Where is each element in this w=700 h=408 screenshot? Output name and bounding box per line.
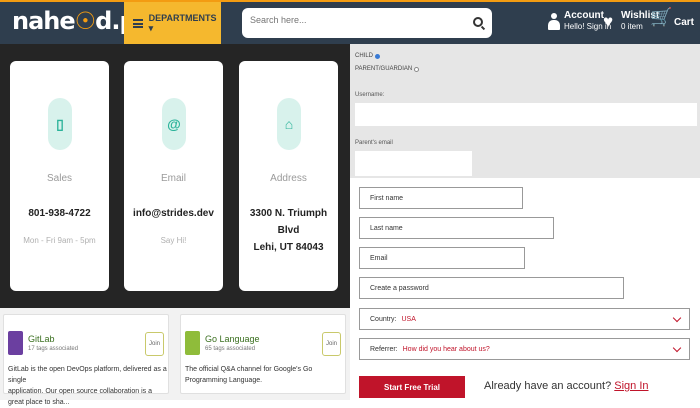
email-field[interactable]: Email — [359, 247, 525, 269]
tag-count: 17 tags associated — [28, 346, 79, 352]
address-line-1: 3300 N. Triumph Blvd — [249, 208, 328, 236]
radio-child[interactable]: CHILD — [355, 53, 381, 59]
card-title: Address — [270, 173, 307, 184]
country-select[interactable]: Country: USA — [359, 308, 690, 330]
radio-label: PARENT/GUARDIAN — [355, 66, 413, 72]
signup-form: First name Last name Email Create a pass… — [350, 178, 700, 400]
card-title: Sales — [46, 173, 72, 184]
card-sub: Say Hi! — [160, 236, 187, 245]
tag-name[interactable]: Go Language — [205, 334, 260, 344]
sign-in-link[interactable]: Sign In — [614, 380, 648, 392]
radio-selected-icon[interactable] — [375, 53, 381, 59]
join-button[interactable]: Join — [322, 332, 341, 356]
radio-parent[interactable]: PARENT/GUARDIAN — [355, 66, 420, 72]
card-value: 3300 N. Triumph Blvd Lehi, UT 84043 — [239, 205, 338, 256]
phone-icon: ▯ — [48, 98, 72, 150]
cart-link[interactable]: Cart — [674, 17, 694, 28]
at-icon: @ — [162, 98, 186, 150]
address-line-2: Lehi, UT 84043 — [253, 242, 324, 253]
username-input[interactable] — [355, 103, 697, 126]
card-sub: Mon - Fri 9am - 5pm — [23, 236, 96, 245]
parent-email-label: Parent's email — [355, 140, 393, 146]
accent-line — [0, 0, 700, 2]
radio-label: CHILD — [355, 53, 374, 59]
password-field[interactable]: Create a password — [359, 277, 624, 299]
referrer-select[interactable]: Referrer: How did you hear about us? — [359, 338, 690, 360]
chevron-down-icon — [672, 313, 682, 323]
tag-name[interactable]: GitLab — [28, 334, 55, 344]
tag-description: The official Q&A channel for Google's Go… — [185, 364, 345, 386]
user-icon[interactable] — [548, 13, 560, 31]
departments-button[interactable]: DEPARTMENTS ▾ — [124, 2, 221, 44]
departments-label: DEPARTMENTS ▾ — [148, 12, 217, 33]
last-name-field[interactable]: Last name — [359, 217, 554, 239]
tag-count: 65 tags associated — [205, 346, 256, 352]
card-title: Email — [160, 173, 186, 184]
card-value[interactable]: info@strides.dev — [124, 205, 223, 222]
tag-card-go: Go Language 65 tags associated Join The … — [180, 314, 346, 394]
top-navbar: nahe☉d.pk DEPARTMENTS ▾ Account Hello! S… — [0, 0, 700, 44]
cart-icon[interactable]: 🛒 — [650, 7, 672, 28]
start-free-trial-button[interactable]: Start Free Trial — [359, 376, 465, 398]
map-pin-icon: ⌂ — [277, 98, 301, 150]
contact-section: ▯ Sales 801-938-4722 Mon - Fri 9am - 5pm… — [0, 44, 350, 308]
signin-row: Already have an account? Sign In — [484, 380, 649, 392]
join-button[interactable]: Join — [145, 332, 164, 356]
already-text: Already have an account? — [484, 380, 612, 392]
go-logo-icon — [185, 331, 200, 355]
address-card: ⌂ Address 3300 N. Triumph Blvd Lehi, UT … — [239, 61, 338, 291]
search-icon[interactable] — [473, 17, 483, 27]
tag-desc-line: The official Q&A channel for Google's Go… — [185, 366, 313, 384]
select-label: Referrer: — [370, 345, 398, 353]
parent-email-input[interactable] — [355, 151, 472, 176]
tag-desc-line: application. Our open source collaborati… — [8, 388, 152, 406]
tag-desc-line: GitLab is the open DevOps platform, deli… — [8, 366, 167, 384]
heart-icon[interactable]: ♥ — [603, 13, 613, 30]
tags-strip: GitLab 17 tags associated Join GitLab is… — [0, 308, 350, 406]
card-value[interactable]: 801-938-4722 — [10, 205, 109, 222]
select-value: How did you hear about us? — [402, 345, 490, 353]
radio-unselected-icon[interactable] — [414, 66, 420, 72]
tag-card-gitlab: GitLab 17 tags associated Join GitLab is… — [3, 314, 169, 406]
email-card: @ Email info@strides.dev Say Hi! — [124, 61, 223, 291]
hamburger-icon — [133, 18, 143, 28]
search-input[interactable] — [250, 15, 460, 25]
cart-label: Cart — [674, 17, 695, 28]
select-label: Country: — [370, 315, 397, 323]
first-name-field[interactable]: First name — [359, 187, 523, 209]
chevron-down-icon — [672, 343, 682, 353]
username-label: Username: — [355, 92, 385, 98]
gitlab-logo-icon — [8, 331, 23, 355]
search-bar — [242, 8, 492, 38]
tag-description: GitLab is the open DevOps platform, deli… — [8, 364, 168, 408]
sales-card: ▯ Sales 801-938-4722 Mon - Fri 9am - 5pm — [10, 61, 109, 291]
select-value: USA — [401, 315, 416, 323]
